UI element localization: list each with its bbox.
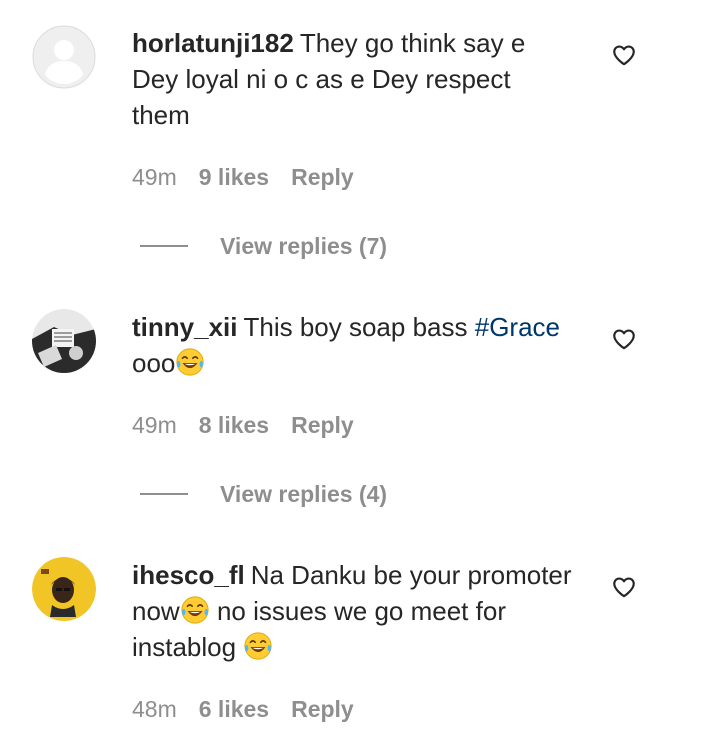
laughing-emoji-icon [244, 632, 272, 660]
comment-message: This boy soap bass [243, 312, 468, 342]
timestamp: 48m [132, 696, 177, 722]
comment-text: tinny_xii This boy soap bass #Grace ooo [132, 309, 572, 381]
likes-count[interactable]: 9 likes [199, 164, 269, 190]
replies-divider [140, 493, 188, 495]
hashtag-link[interactable]: #Grace [475, 312, 560, 342]
comment-meta: 49m 9 likes Reply [132, 162, 376, 192]
comment-text: ihesco_fl Na Danku be your promoter now n… [132, 557, 572, 665]
heart-icon[interactable] [611, 326, 637, 352]
comment-meta: 49m 8 likes Reply [132, 410, 376, 440]
avatar[interactable] [32, 309, 96, 373]
likes-count[interactable]: 6 likes [199, 696, 269, 722]
username[interactable]: ihesco_fl [132, 560, 245, 590]
view-replies-label: View replies (4) [220, 481, 388, 507]
laughing-emoji-icon [181, 596, 209, 624]
timestamp: 49m [132, 164, 177, 190]
default-avatar-icon [32, 25, 96, 89]
comment-text: horlatunji182 They go think say e Dey loy… [132, 25, 572, 133]
illustrated-avatar-icon [32, 557, 96, 621]
laughing-emoji-icon [176, 348, 204, 376]
view-replies-label: View replies (7) [220, 233, 388, 259]
comment-message-end: ooo [132, 348, 176, 378]
reply-button[interactable]: Reply [291, 164, 354, 190]
avatar[interactable] [32, 557, 96, 621]
replies-divider [140, 245, 188, 247]
heart-icon[interactable] [611, 574, 637, 600]
reply-button[interactable]: Reply [291, 696, 354, 722]
heart-icon[interactable] [611, 42, 637, 68]
likes-count[interactable]: 8 likes [199, 412, 269, 438]
username[interactable]: horlatunji182 [132, 28, 294, 58]
view-replies-button[interactable]: View replies (4) [140, 479, 387, 509]
view-replies-button[interactable]: View replies (7) [140, 231, 387, 261]
username[interactable]: tinny_xii [132, 312, 237, 342]
timestamp: 49m [132, 412, 177, 438]
reply-button[interactable]: Reply [291, 412, 354, 438]
avatar[interactable] [32, 25, 96, 89]
comment-meta: 48m 6 likes Reply [132, 694, 376, 724]
photo-avatar-icon [32, 309, 96, 373]
